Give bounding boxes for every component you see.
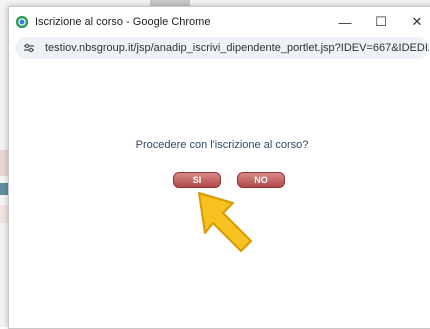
close-button[interactable]: ✕ — [399, 7, 430, 37]
background-strip — [0, 150, 8, 176]
background-strip — [0, 205, 8, 223]
minimize-button[interactable]: — — [327, 7, 363, 37]
address-bar[interactable]: testiov.nbsgroup.it/jsp/anadip_iscrivi_d… — [15, 37, 429, 59]
maximize-button[interactable]: ☐ — [363, 7, 399, 37]
background-strip — [0, 183, 8, 195]
title-bar[interactable]: Iscrizione al corso - Google Chrome — ☐ … — [9, 7, 430, 37]
popup-window: Iscrizione al corso - Google Chrome — ☐ … — [8, 6, 430, 329]
arrow-pointer-icon — [198, 192, 252, 252]
confirm-question: Procedere con l'iscrizione al corso? — [135, 139, 309, 151]
chrome-icon — [15, 15, 29, 29]
url-text[interactable]: testiov.nbsgroup.it/jsp/anadip_iscrivi_d… — [45, 42, 429, 54]
yes-button[interactable]: SI — [173, 172, 221, 188]
site-settings-icon[interactable] — [19, 38, 39, 58]
no-button[interactable]: NO — [237, 172, 285, 188]
dialog-content: Procedere con l'iscrizione al corso? SI … — [9, 59, 430, 327]
window-title: Iscrizione al corso - Google Chrome — [35, 16, 211, 28]
